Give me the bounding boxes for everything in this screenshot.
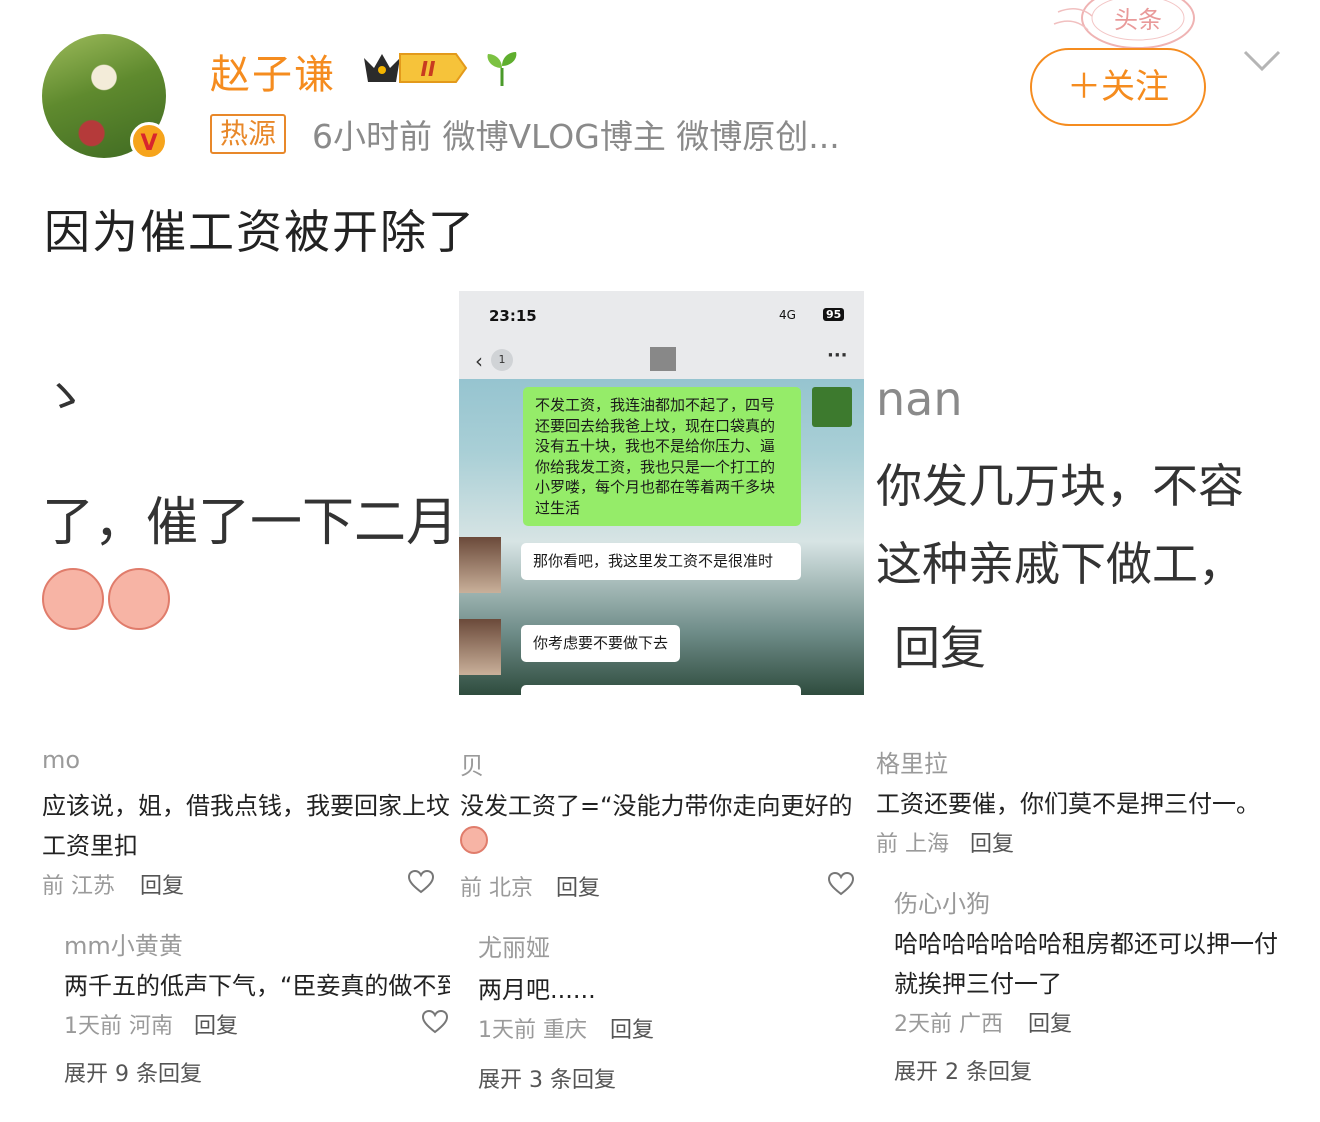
unread-count: 1 <box>491 349 513 371</box>
comment-author[interactable]: 贝 <box>460 746 484 781</box>
left-fragment-line: 了，催了一下二月 <box>42 493 450 553</box>
sub-comment-text: 两千五的低声下气，“臣妾真的做不到 <box>64 972 450 1000</box>
left-fragment-mark: ゝ <box>42 371 86 422</box>
sub-comment-text: 两月吧...... <box>478 976 596 1004</box>
sub-comment-author[interactable]: mm小黄黄 <box>64 926 183 961</box>
sub-comment-meta: 1天前 重庆 <box>478 1018 587 1043</box>
heart-icon[interactable] <box>422 1010 448 1034</box>
sub-comment-meta: 1天前 河南 <box>64 1014 173 1039</box>
chevron-down-icon[interactable] <box>1242 48 1282 74</box>
right-fragment-name: nan <box>876 372 963 426</box>
sprout-icon <box>487 52 517 86</box>
signal-4g: 4G <box>779 308 796 322</box>
emoji-icon <box>460 826 488 854</box>
crying-emoji-icon <box>42 568 104 630</box>
right-fragment-line2: 这种亲戚下做工， <box>876 537 1244 591</box>
sub-comment-text: 哈哈哈哈哈哈哈租房都还可以押一付 <box>894 930 1278 958</box>
chat-contact-name-redacted <box>650 347 676 371</box>
verified-v-icon: V <box>130 122 168 160</box>
back-arrow-icon: ‹ <box>475 349 483 373</box>
reply-link[interactable]: 回复 <box>140 868 184 900</box>
expand-replies[interactable]: 展开 2 条回复 <box>894 1054 1032 1086</box>
comment-meta: 前 上海 <box>876 832 949 857</box>
post-meta: 6小时前 微博VLOG博主 微博原创... <box>312 117 840 156</box>
comment-text: 工资还要催，你们莫不是押三付一。 <box>876 790 1260 818</box>
comment-meta: 前 北京 <box>460 876 533 901</box>
reply-link[interactable]: 回复 <box>1028 1006 1072 1038</box>
chat-bubble-other: 你考虑要不要做下去 <box>521 625 681 662</box>
my-avatar <box>812 387 852 427</box>
post-text: 因为催工资被开除了 <box>44 205 476 259</box>
follow-button[interactable]: ＋关注 <box>1030 48 1206 126</box>
sub-comment-text: 就挨押三付一了 <box>894 970 1062 998</box>
hot-source-tag: 热源 <box>210 114 287 154</box>
heart-icon[interactable] <box>408 870 434 894</box>
author-name[interactable]: 赵子谦 <box>210 42 336 100</box>
reply-link[interactable]: 回复 <box>610 1012 654 1044</box>
chat-screenshot[interactable]: 23:15 4G 95 ‹ 1 ··· 不发工资，我连油都加不起了，四号还要回去… <box>459 291 864 695</box>
crying-emoji-icon <box>108 568 170 630</box>
chat-bubble-me: 不发工资，我连油都加不起了，四号还要回去给我爸上坟，现在口袋真的没有五十块，我也… <box>523 387 801 526</box>
sub-comment-author[interactable]: 伤心小狗 <box>894 884 990 919</box>
expand-replies[interactable]: 展开 3 条回复 <box>478 1062 616 1094</box>
reply-link[interactable]: 回复 <box>194 1008 238 1040</box>
comment-text: 应该说，姐，借我点钱，我要回家上坟 <box>42 792 450 820</box>
right-fragment-reply[interactable]: 回复 <box>894 612 986 678</box>
chat-bubble-other: 但是我这里也不会拖欠工资几个月 <box>521 685 801 695</box>
comment-meta: 前 江苏 <box>42 874 115 899</box>
level-text: II <box>421 57 436 81</box>
expand-replies[interactable]: 展开 9 条回复 <box>64 1056 202 1088</box>
comment-author[interactable]: mo <box>42 746 80 774</box>
sub-comment-author[interactable]: 尤丽娅 <box>478 928 550 963</box>
heart-icon[interactable] <box>828 872 854 896</box>
comment-text: 没发工资了=“没能力带你走向更好的 <box>460 792 853 820</box>
comment-text: 工资里扣 <box>42 832 138 860</box>
reply-link[interactable]: 回复 <box>556 870 600 902</box>
status-time: 23:15 <box>489 307 537 325</box>
right-fragment-line1: 你发几万块，不容 <box>876 459 1244 513</box>
comment-author[interactable]: 格里拉 <box>876 744 948 779</box>
battery-icon: 95 <box>823 308 845 321</box>
chat-bubble-other: 那你看吧，我这里发工资不是很准时 <box>521 543 801 580</box>
crown-level-icon: II <box>364 53 468 83</box>
more-icon: ··· <box>827 345 848 366</box>
other-avatar <box>459 619 501 675</box>
reply-link[interactable]: 回复 <box>970 826 1014 858</box>
svg-text:头条: 头条 <box>1114 6 1162 34</box>
other-avatar <box>459 537 501 593</box>
sub-comment-meta: 2天前 广西 <box>894 1012 1003 1037</box>
